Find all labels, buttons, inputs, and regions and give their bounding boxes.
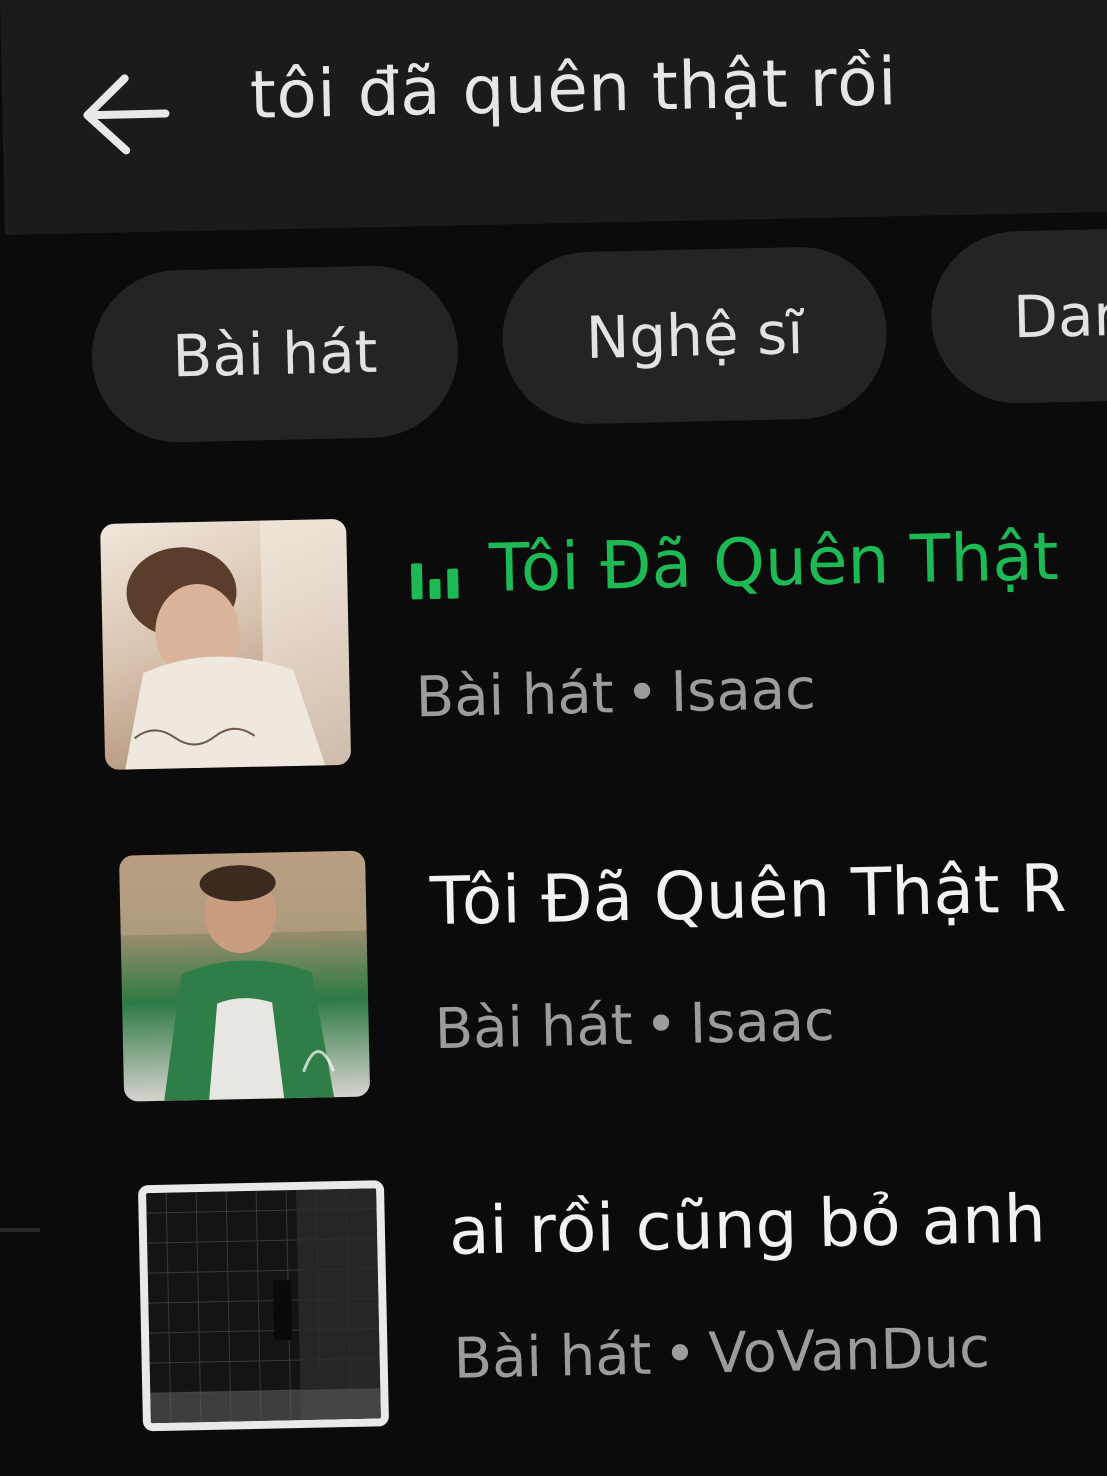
result-title: Tôi Đã Quên Thật R [429,849,1068,941]
album-art-image [119,850,367,1101]
result-subtitle: Bài hát • Isaac [434,989,835,1062]
separator: • [662,1321,698,1388]
equalizer-icon [410,544,468,603]
result-artist: VoVanDuc [707,1315,991,1387]
result-artist: Isaac [688,988,836,1057]
result-type: Bài hát [434,992,634,1063]
album-art [119,850,371,1102]
result-artist: Isaac [669,657,817,726]
result-subtitle: Bài hát • VoVanDuc [453,1316,991,1392]
list-item[interactable]: ai rồi cũng bỏ anh Bài hát • VoVanDuc [137,1158,1107,1445]
separator: • [624,660,660,727]
album-art-image [125,518,352,770]
list-item[interactable]: Tôi Đã Quên Thật R Bài hát • Isaac [119,828,1107,1115]
separator: • [643,992,679,1058]
album-art [100,518,352,770]
result-subtitle: Bài hát • Isaac [415,657,816,730]
results-list: Tôi Đã Quên Thật Bài hát • Isaac Tôi Đã Qu… [0,0,1107,1476]
list-item[interactable]: Tôi Đã Quên Thật Bài hát • Isaac [100,497,1107,784]
album-art [137,1180,390,1432]
result-title: ai rồi cũng bỏ anh [448,1180,1047,1270]
divider [0,1228,40,1232]
result-title-text: Tôi Đã Quên Thật [488,517,1060,607]
result-title: Tôi Đã Quên Thật [410,518,1059,609]
result-type: Bài hát [415,661,615,731]
album-art-image [146,1188,381,1424]
result-type: Bài hát [452,1322,653,1392]
